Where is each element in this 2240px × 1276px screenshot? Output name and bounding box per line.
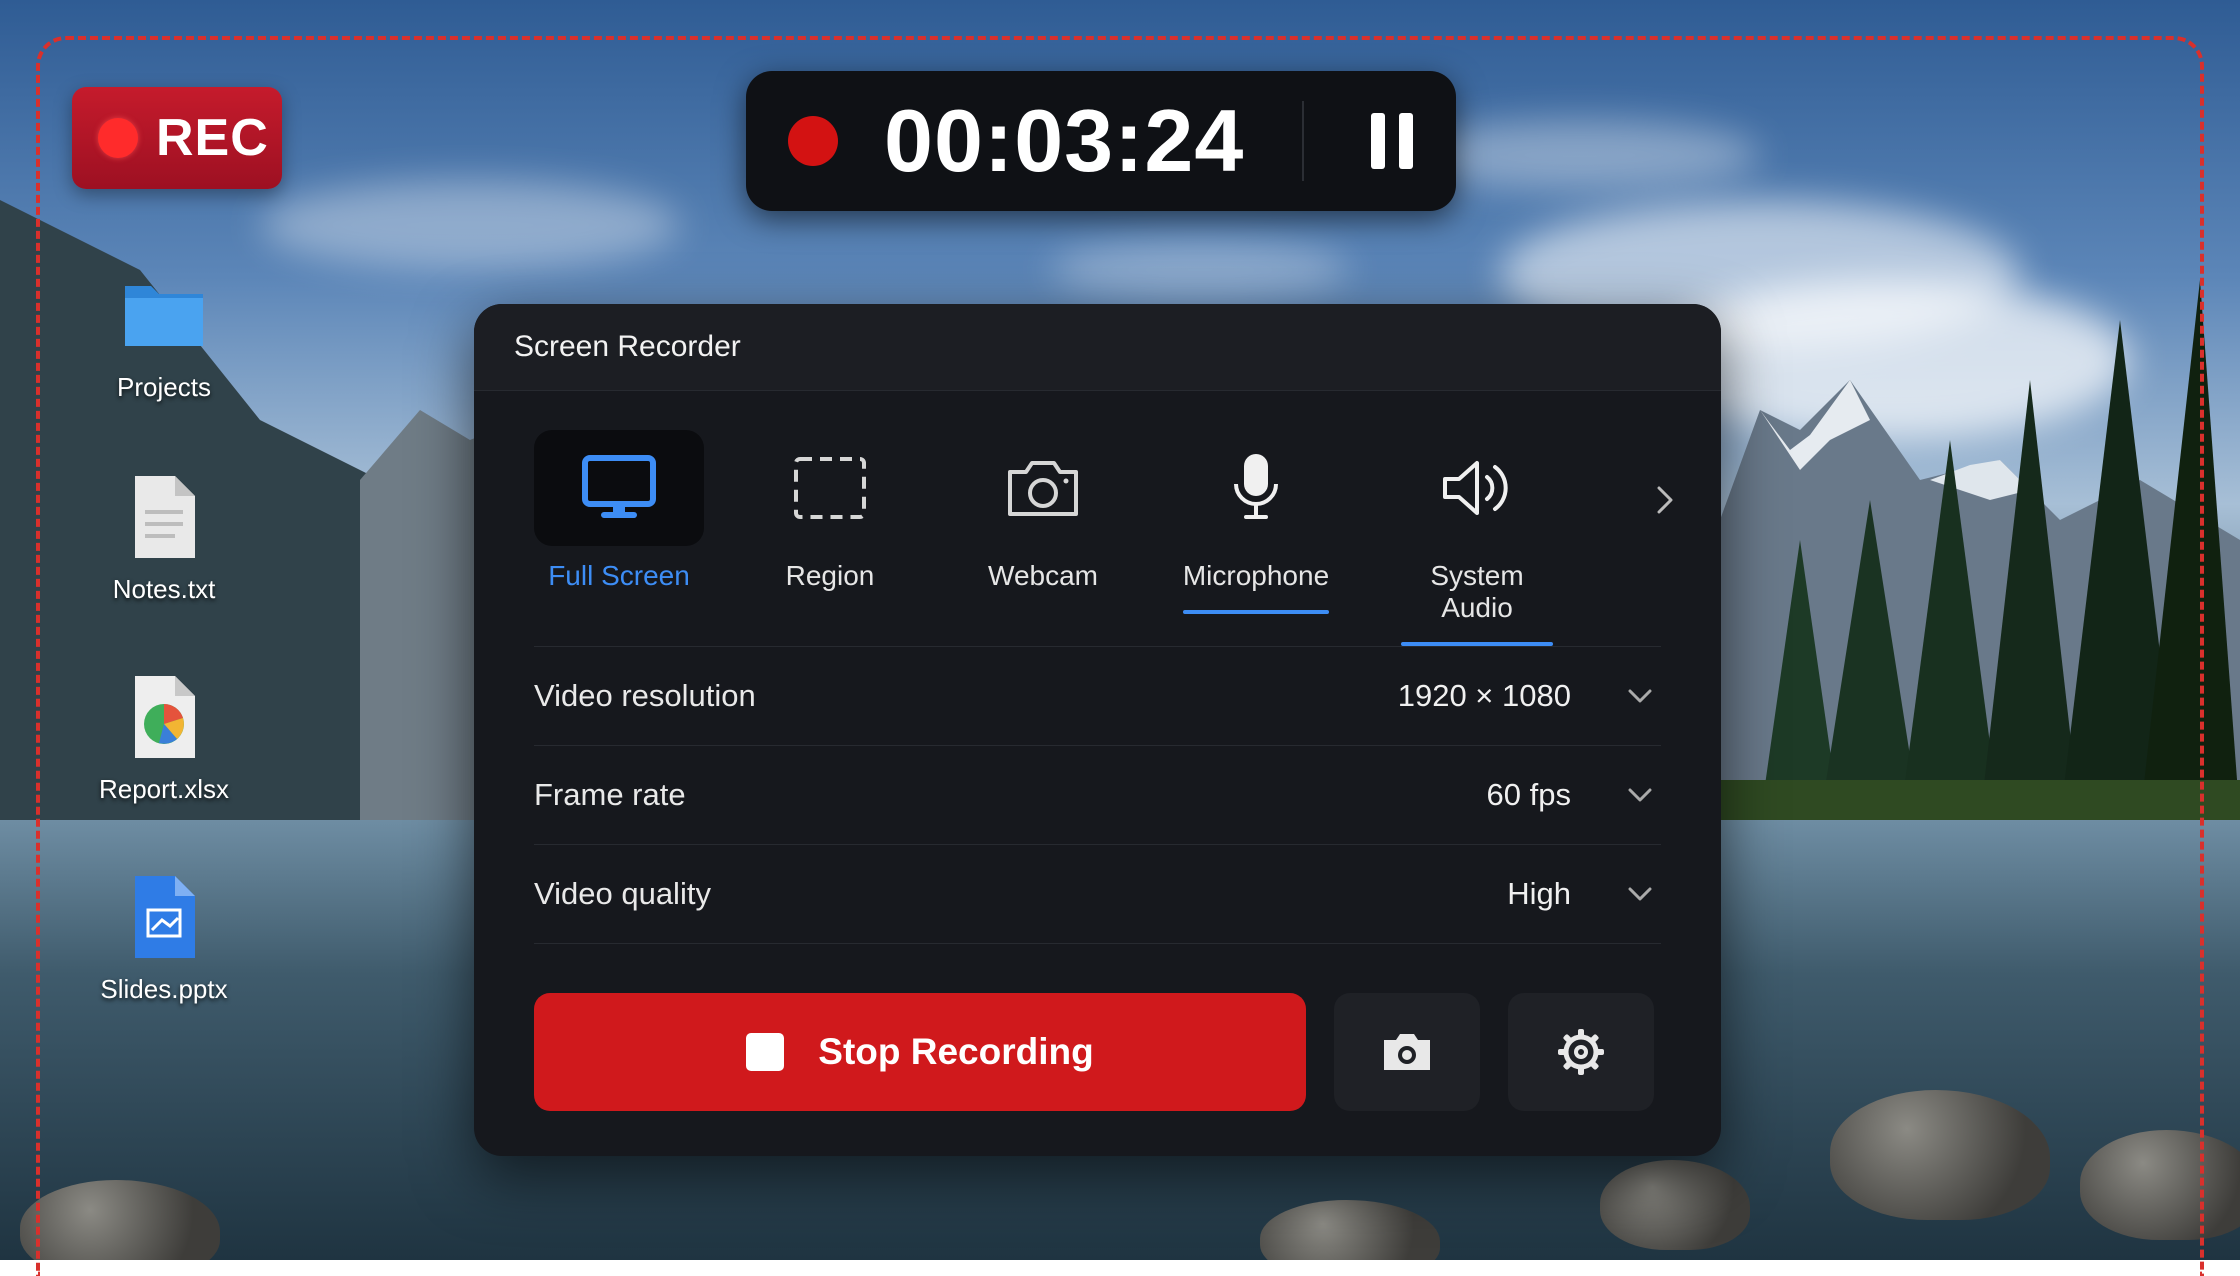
chevron-down-icon xyxy=(1627,887,1653,901)
setting-label: Frame rate xyxy=(534,777,686,812)
speaker-icon xyxy=(1443,461,1508,515)
desktop-icon-notes[interactable]: Notes.txt xyxy=(74,472,254,605)
desktop-icon-label: Report.xlsx xyxy=(98,774,230,804)
desktop-icon-label: Projects xyxy=(117,372,211,402)
mode-label: Webcam xyxy=(988,560,1098,591)
microphone-enabled-indicator xyxy=(1183,610,1329,614)
stop-recording-label: Stop Recording xyxy=(818,1031,1094,1072)
panel-title: Screen Recorder xyxy=(514,330,741,363)
rec-label: REC xyxy=(156,109,269,167)
setting-label: Video resolution xyxy=(534,678,756,713)
camera-icon xyxy=(1384,1034,1430,1070)
setting-value: 1920 × 1080 xyxy=(1397,678,1571,713)
setting-value: 60 fps xyxy=(1486,777,1571,812)
rec-badge: REC xyxy=(72,87,282,189)
record-dot-icon xyxy=(98,118,138,158)
chevron-right-icon xyxy=(1657,486,1673,514)
gear-icon xyxy=(1558,1029,1604,1075)
text-file-icon xyxy=(119,472,209,562)
elapsed-time: 00:03:24 xyxy=(884,91,1245,190)
desktop-icon-label: Slides.pptx xyxy=(100,974,228,1004)
chevron-down-icon xyxy=(1627,788,1653,802)
screen-recorder-panel: Screen Recorder Full Screen Region Webca… xyxy=(474,304,1721,1156)
mode-label: Microphone xyxy=(1182,560,1330,591)
mode-full-screen[interactable]: Full Screen xyxy=(534,430,704,592)
chevron-down-icon xyxy=(1627,689,1653,703)
desktop-icon-slides[interactable]: Slides.pptx xyxy=(74,872,254,1005)
desktop-icon-report[interactable]: Report.xlsx xyxy=(74,672,254,805)
desktop-icon-projects[interactable]: Projects xyxy=(74,270,254,403)
recording-settings-list: Video resolution 1920 × 1080 Frame rate … xyxy=(534,646,1661,944)
setting-label: Video quality xyxy=(534,876,711,911)
camera-icon xyxy=(1008,461,1078,516)
pause-button[interactable] xyxy=(1356,105,1428,177)
recording-timer-bar: 00:03:24 xyxy=(746,71,1456,211)
desktop-icon-label: Notes.txt xyxy=(112,574,216,604)
pause-icon xyxy=(1371,113,1385,169)
spreadsheet-file-icon xyxy=(119,672,209,762)
video-resolution-dropdown[interactable]: 1920 × 1080 xyxy=(1398,678,1661,714)
microphone-icon xyxy=(1234,454,1278,519)
presentation-file-icon xyxy=(119,872,209,962)
panel-header: Screen Recorder xyxy=(474,304,1721,391)
stop-icon xyxy=(746,1033,785,1071)
setting-video-resolution: Video resolution 1920 × 1080 xyxy=(534,646,1661,745)
more-modes-button[interactable] xyxy=(1645,480,1685,520)
video-quality-dropdown[interactable]: High xyxy=(1507,876,1661,912)
setting-video-quality: Video quality High xyxy=(534,844,1661,944)
mode-label: Region xyxy=(785,560,875,591)
stop-recording-button[interactable]: Stop Recording xyxy=(534,993,1306,1111)
mode-label: System Audio xyxy=(1430,560,1524,623)
mode-webcam[interactable]: Webcam xyxy=(958,430,1128,592)
folder-icon xyxy=(119,270,209,360)
recording-indicator-icon xyxy=(788,116,838,166)
frame-rate-dropdown[interactable]: 60 fps xyxy=(1487,777,1661,813)
settings-button[interactable] xyxy=(1508,993,1654,1111)
timer-divider xyxy=(1302,101,1304,181)
region-select-icon xyxy=(794,457,866,519)
setting-frame-rate: Frame rate 60 fps xyxy=(534,745,1661,844)
capture-mode-selector: Full Screen Region Webcam Microphone Sys… xyxy=(534,430,1674,646)
monitor-icon xyxy=(582,455,656,518)
mode-microphone[interactable]: Microphone xyxy=(1171,430,1341,614)
mode-region[interactable]: Region xyxy=(745,430,915,592)
take-screenshot-button[interactable] xyxy=(1334,993,1480,1111)
mode-label: Full Screen xyxy=(548,560,690,591)
mode-system-audio[interactable]: System Audio xyxy=(1392,430,1562,646)
setting-value: High xyxy=(1507,876,1571,911)
